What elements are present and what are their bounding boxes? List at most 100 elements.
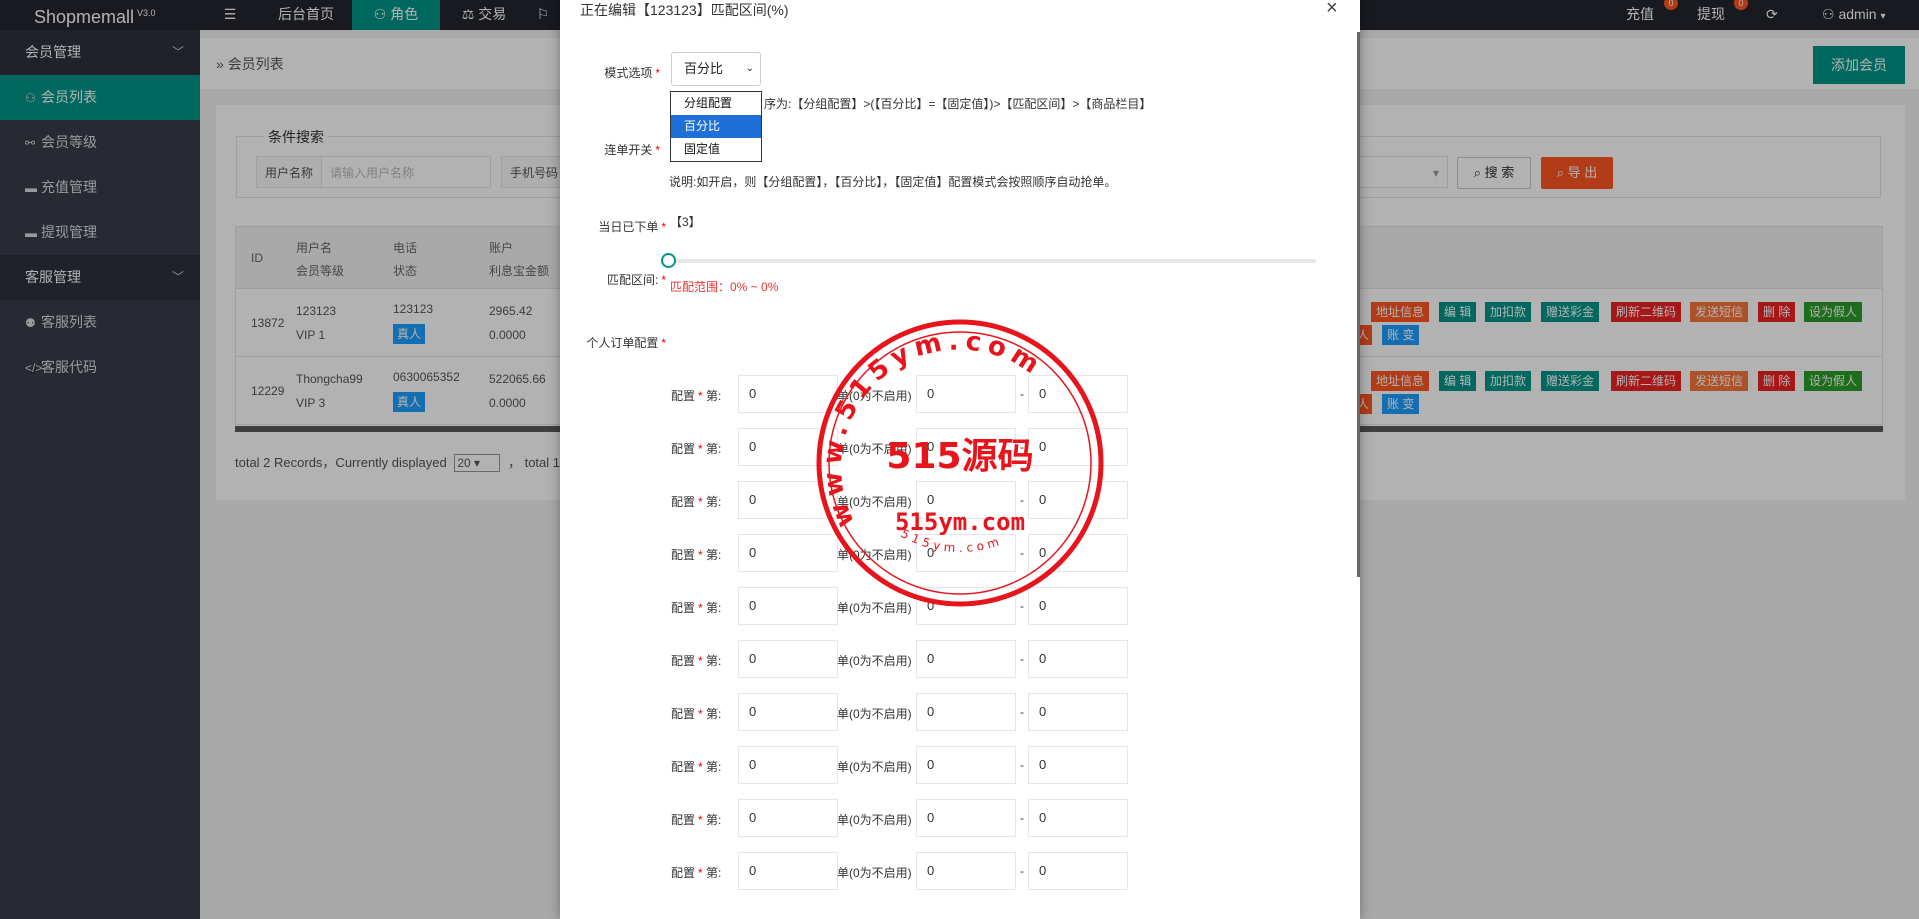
range-max-input[interactable]: 0	[1028, 640, 1128, 678]
required-mark: *	[698, 548, 703, 562]
config-suffix-text: 第:	[706, 548, 722, 562]
stamp-ring-text: www.515ym.com	[817, 326, 1049, 531]
config-label-text: 配置	[671, 389, 696, 403]
range-slider-track[interactable]	[668, 259, 1316, 263]
mode-note: 序为:【分组配置】>(【百分比】=【固定值】)>【匹配区间】>【商品栏目】	[764, 97, 1152, 111]
close-icon[interactable]: ×	[1326, 0, 1338, 18]
mode-label-text: 模式选项	[604, 66, 653, 80]
required-mark: *	[661, 220, 666, 234]
range-label-text: 匹配区间:	[606, 273, 659, 287]
config-row: 配置 * 第: 0 单(0为不启用) 0-0	[0, 693, 1919, 733]
config-row-label: 配置 * 第:	[671, 864, 721, 881]
config-row-label: 配置 * 第:	[671, 705, 721, 722]
range-max-input[interactable]: 0	[1028, 693, 1128, 731]
order-number-input[interactable]: 0	[738, 852, 838, 890]
config-row: 配置 * 第: 0 单(0为不启用) 0-0	[0, 746, 1919, 786]
config-suffix-text: 第:	[706, 654, 722, 668]
stamp-center-top: 515源码	[886, 436, 1033, 477]
mode-option-percent[interactable]: 百分比	[671, 115, 761, 138]
order-number-input[interactable]: 0	[738, 799, 838, 837]
range-dash: -	[1020, 811, 1024, 825]
mode-dropdown: 分组配置 百分比 固定值	[670, 91, 762, 162]
order-number-input[interactable]: 0	[738, 693, 838, 731]
order-number-input[interactable]: 0	[738, 640, 838, 678]
range-dash: -	[1020, 652, 1024, 666]
personal-config-text: 个人订单配置	[586, 336, 659, 350]
config-row-label: 配置 * 第:	[671, 811, 721, 828]
range-label: 匹配区间: *	[580, 271, 666, 288]
range-dash: -	[1020, 758, 1024, 772]
today-label: 当日已下单 *	[580, 218, 666, 235]
config-row-label: 配置 * 第:	[671, 758, 721, 775]
mode-option-fixed[interactable]: 固定值	[671, 138, 761, 161]
config-suffix-text: 第:	[706, 760, 722, 774]
mode-select[interactable]: 百分比 ⌄	[671, 52, 761, 86]
required-mark: *	[661, 273, 666, 287]
auto-label-text: 连单开关	[604, 143, 653, 157]
range-max-input[interactable]: 0	[1028, 852, 1128, 890]
required-mark: *	[698, 813, 703, 827]
watermark-stamp: www.515ym.com 515源码 515ym.com 515ym.com	[816, 319, 1104, 607]
config-label-text: 配置	[671, 548, 696, 562]
required-mark: *	[698, 442, 703, 456]
range-max-input[interactable]: 0	[1028, 799, 1128, 837]
config-suffix-text: 第:	[706, 813, 722, 827]
config-label-text: 配置	[671, 813, 696, 827]
required-mark: *	[661, 336, 666, 350]
required-mark: *	[698, 654, 703, 668]
config-suffix-text: 第:	[706, 389, 722, 403]
unit-text: 单(0为不启用)	[837, 866, 912, 880]
mode-label: 模式选项 *	[580, 64, 660, 81]
config-label-text: 配置	[671, 866, 696, 880]
required-mark: *	[698, 760, 703, 774]
auto-note: 说明:如开启，则【分组配置】，【百分比】，【固定值】配置模式会按照顺序自动抢单。	[669, 175, 1117, 189]
config-row-label: 配置 * 第:	[671, 387, 721, 404]
range-text: 匹配范围：0% ~ 0%	[670, 280, 779, 294]
range-dash: -	[1020, 864, 1024, 878]
unit-text: 单(0为不启用)	[837, 813, 912, 827]
config-row: 配置 * 第: 0 单(0为不启用) 0-0	[0, 799, 1919, 839]
config-row-label: 配置 * 第:	[671, 652, 721, 669]
config-row: 配置 * 第: 0 单(0为不启用) 0-0	[0, 852, 1919, 892]
config-row-label: 配置 * 第:	[671, 440, 721, 457]
required-mark: *	[655, 143, 660, 157]
config-row-label: 配置 * 第:	[671, 599, 721, 616]
required-mark: *	[698, 389, 703, 403]
required-mark: *	[698, 601, 703, 615]
range-min-input[interactable]: 0	[916, 693, 1016, 731]
config-row-label: 配置 * 第:	[671, 493, 721, 510]
required-mark: *	[698, 495, 703, 509]
range-min-input[interactable]: 0	[916, 746, 1016, 784]
config-suffix-text: 第:	[706, 495, 722, 509]
config-label-text: 配置	[671, 601, 696, 615]
personal-config-label: 个人订单配置 *	[580, 334, 666, 351]
required-mark: *	[698, 707, 703, 721]
config-label-text: 配置	[671, 442, 696, 456]
config-row-label: 配置 * 第:	[671, 546, 721, 563]
today-label-text: 当日已下单	[598, 220, 659, 234]
unit-text: 单(0为不启用)	[837, 707, 912, 721]
required-mark: *	[655, 66, 660, 80]
order-number-input[interactable]: 0	[738, 746, 838, 784]
config-suffix-text: 第:	[706, 601, 722, 615]
mode-select-value: 百分比	[684, 61, 724, 76]
range-min-input[interactable]: 0	[916, 799, 1016, 837]
config-suffix-text: 第:	[706, 866, 722, 880]
config-label-text: 配置	[671, 760, 696, 774]
auto-label: 连单开关 *	[580, 141, 660, 158]
chevron-down-icon: ⌄	[745, 63, 754, 74]
range-min-input[interactable]: 0	[916, 640, 1016, 678]
range-min-input[interactable]: 0	[916, 852, 1016, 890]
today-value: 【3】	[670, 215, 701, 229]
unit-text: 单(0为不启用)	[837, 654, 912, 668]
config-suffix-text: 第:	[706, 707, 722, 721]
range-slider-handle[interactable]	[661, 253, 676, 268]
range-max-input[interactable]: 0	[1028, 746, 1128, 784]
mode-option-group[interactable]: 分组配置	[671, 92, 761, 115]
required-mark: *	[698, 866, 703, 880]
unit-text: 单(0为不启用)	[837, 760, 912, 774]
config-label-text: 配置	[671, 654, 696, 668]
config-label-text: 配置	[671, 495, 696, 509]
config-suffix-text: 第:	[706, 442, 722, 456]
config-label-text: 配置	[671, 707, 696, 721]
